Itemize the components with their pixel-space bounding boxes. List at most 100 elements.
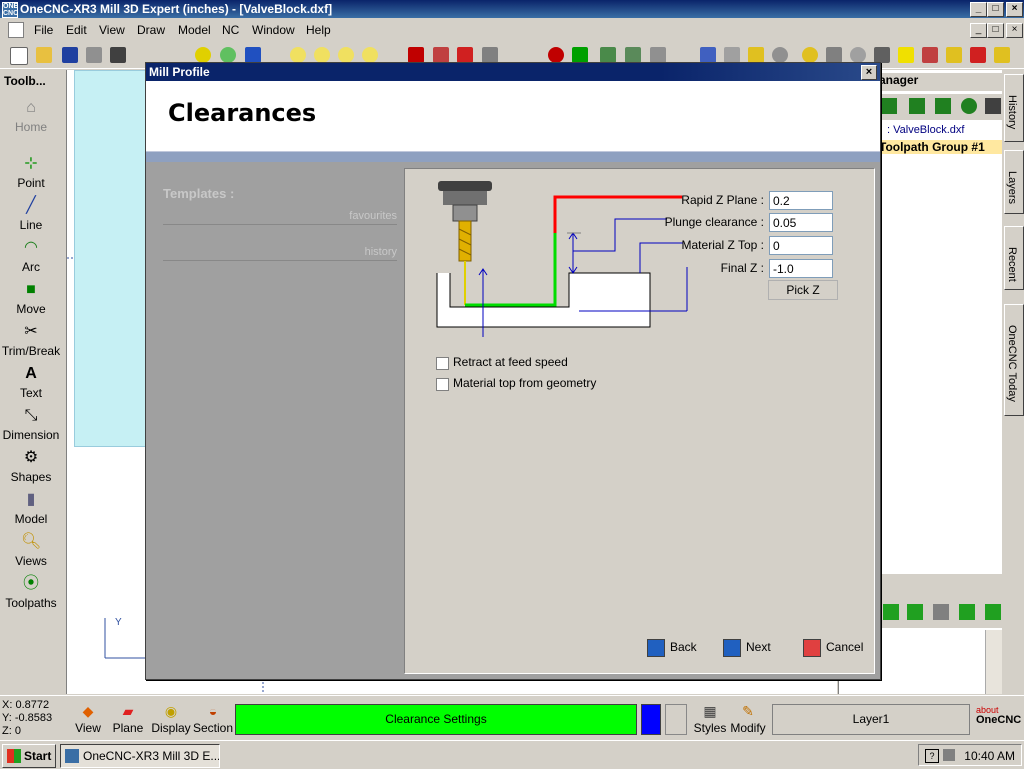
menu-view[interactable]: View bbox=[99, 23, 125, 37]
tool-move[interactable]: ■ Move bbox=[0, 280, 62, 316]
tab-recent[interactable]: Recent bbox=[1004, 226, 1024, 290]
doc-minimize-button[interactable]: _ bbox=[970, 23, 987, 38]
dialog-close-button[interactable]: × bbox=[861, 65, 877, 80]
help-icon[interactable]: ? bbox=[925, 749, 939, 763]
rapid-z-input[interactable] bbox=[769, 191, 833, 210]
manager-tool-icon[interactable] bbox=[881, 98, 897, 114]
solid-icon[interactable] bbox=[748, 47, 764, 63]
lower-tool-icon[interactable] bbox=[883, 604, 899, 620]
plane-button[interactable]: ▰ Plane bbox=[106, 702, 150, 735]
tool-arc[interactable]: ◠ Arc bbox=[0, 238, 62, 274]
layer-selector[interactable]: Layer1 bbox=[772, 704, 970, 735]
doc-close-button[interactable]: × bbox=[1006, 23, 1023, 38]
trim-icon[interactable] bbox=[433, 47, 449, 63]
surface-icon[interactable] bbox=[482, 47, 498, 63]
tool-model[interactable]: ▮ Model bbox=[0, 490, 62, 526]
menu-nc[interactable]: NC bbox=[222, 23, 239, 37]
manager-tool3-icon[interactable] bbox=[935, 98, 951, 114]
template-history[interactable]: history bbox=[163, 246, 397, 261]
minimize-button[interactable]: _ bbox=[970, 2, 987, 17]
menu-file[interactable]: File bbox=[34, 23, 53, 37]
model5-icon[interactable] bbox=[898, 47, 914, 63]
model9-icon[interactable] bbox=[994, 47, 1010, 63]
tool-trim-break[interactable]: ✂ Trim/Break bbox=[0, 322, 62, 358]
tool-text[interactable]: A Text bbox=[0, 364, 62, 400]
menu-draw[interactable]: Draw bbox=[137, 23, 165, 37]
manager-tool4-icon[interactable] bbox=[961, 98, 977, 114]
menu-window[interactable]: Window bbox=[252, 23, 295, 37]
tool-views[interactable]: 🔍︎ Views bbox=[0, 532, 62, 568]
lower-tool4-icon[interactable] bbox=[959, 604, 975, 620]
doc-restore-button[interactable]: □ bbox=[987, 23, 1004, 38]
lower-tool3-icon[interactable] bbox=[933, 604, 949, 620]
view-button[interactable]: ◆ View bbox=[66, 702, 110, 735]
pen-icon[interactable] bbox=[245, 47, 261, 63]
tool-shapes[interactable]: ⚙ Shapes bbox=[0, 448, 62, 484]
manager-scrollbar[interactable] bbox=[985, 630, 1002, 694]
manager-tool2-icon[interactable] bbox=[909, 98, 925, 114]
close-button[interactable]: × bbox=[1006, 2, 1023, 17]
tool-line[interactable]: ╱ Line bbox=[0, 196, 62, 232]
back-button[interactable]: Back bbox=[647, 637, 697, 657]
model8-icon[interactable] bbox=[970, 47, 986, 63]
grid-icon[interactable] bbox=[457, 47, 473, 63]
lower-tool2-icon[interactable] bbox=[907, 604, 923, 620]
start-button[interactable]: Start bbox=[2, 744, 56, 768]
cancel-button[interactable]: Cancel bbox=[803, 637, 863, 657]
tab-onecnc-today[interactable]: OneCNC Today bbox=[1004, 304, 1024, 416]
zoom-in-icon[interactable] bbox=[290, 47, 306, 63]
model2-icon[interactable] bbox=[826, 47, 842, 63]
new-icon[interactable] bbox=[10, 47, 28, 65]
zoom-window-icon[interactable] bbox=[362, 47, 378, 63]
verify-icon[interactable] bbox=[600, 47, 616, 63]
manager-group[interactable]: Toolpath Group #1 bbox=[879, 140, 1003, 154]
tab-history[interactable]: History bbox=[1004, 74, 1024, 142]
menu-edit[interactable]: Edit bbox=[66, 23, 87, 37]
cylinder-icon[interactable] bbox=[724, 47, 740, 63]
zoom-out-icon[interactable] bbox=[314, 47, 330, 63]
favourites-link[interactable]: favourites bbox=[349, 210, 397, 222]
manager-tool5-icon[interactable] bbox=[985, 98, 1001, 114]
print-icon[interactable] bbox=[86, 47, 102, 63]
style-swatch[interactable] bbox=[665, 704, 687, 735]
restore-button[interactable]: □ bbox=[987, 2, 1004, 17]
plunge-clearance-input[interactable] bbox=[769, 213, 833, 232]
lower-tool5-icon[interactable] bbox=[985, 604, 1001, 620]
history-link[interactable]: history bbox=[365, 246, 397, 258]
tool-toolpaths[interactable]: ⦿ Toolpaths bbox=[0, 574, 62, 610]
retract-feed-checkbox[interactable] bbox=[436, 357, 449, 370]
shape-icon[interactable] bbox=[700, 47, 716, 63]
layout-icon[interactable] bbox=[110, 47, 126, 63]
model6-icon[interactable] bbox=[922, 47, 938, 63]
delete-icon[interactable] bbox=[408, 47, 424, 63]
modify-button[interactable]: ✎ Modify bbox=[726, 702, 770, 735]
tool-point[interactable]: ⊹ Point bbox=[0, 154, 62, 190]
model-icon[interactable] bbox=[802, 47, 818, 63]
tool-home[interactable]: ⌂ Home bbox=[0, 98, 62, 134]
template-favourites[interactable]: favourites bbox=[163, 210, 397, 225]
taskbar-app-button[interactable]: OneCNC-XR3 Mill 3D E... bbox=[60, 744, 220, 768]
stop-icon[interactable] bbox=[548, 47, 564, 63]
model4-icon[interactable] bbox=[874, 47, 890, 63]
green-box-icon[interactable] bbox=[572, 47, 588, 63]
material-top-checkbox[interactable] bbox=[436, 378, 449, 391]
save-icon[interactable] bbox=[62, 47, 78, 63]
menu-help[interactable]: Help bbox=[306, 23, 331, 37]
material-z-top-input[interactable] bbox=[769, 236, 833, 255]
tab-layers[interactable]: Layers bbox=[1004, 150, 1024, 214]
pick-z-button[interactable]: Pick Z bbox=[768, 280, 838, 300]
brand-logo[interactable]: about OneCNC bbox=[976, 706, 1022, 727]
next-button[interactable]: Next bbox=[723, 637, 771, 657]
rotate-icon[interactable] bbox=[772, 47, 788, 63]
snap2-icon[interactable] bbox=[220, 47, 236, 63]
network-icon[interactable] bbox=[943, 749, 955, 761]
color-swatch[interactable] bbox=[641, 704, 661, 735]
section-tool-icon[interactable] bbox=[650, 47, 666, 63]
open-icon[interactable] bbox=[36, 47, 52, 63]
verify2-icon[interactable] bbox=[625, 47, 641, 63]
model3-icon[interactable] bbox=[850, 47, 866, 63]
tool-dimension[interactable]: ⤡ Dimension bbox=[0, 406, 62, 442]
final-z-input[interactable] bbox=[769, 259, 833, 278]
snap-icon[interactable] bbox=[195, 47, 211, 63]
menu-model[interactable]: Model bbox=[178, 23, 211, 37]
